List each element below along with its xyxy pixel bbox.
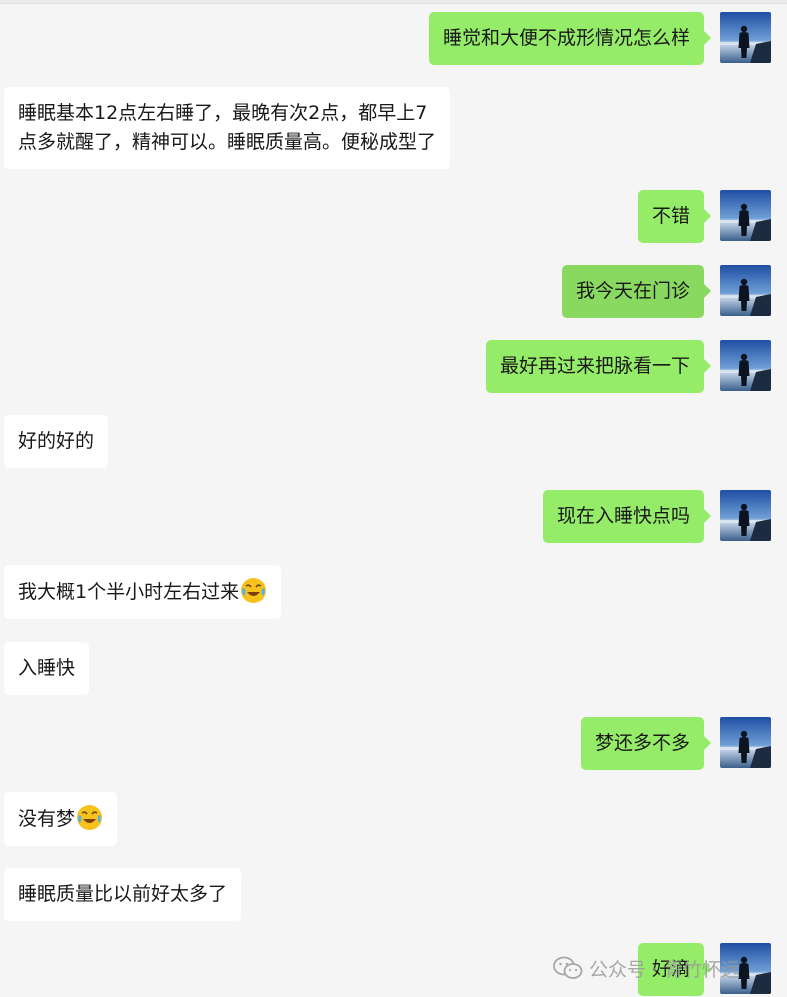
message-bubble-other[interactable]: 入睡快 [4, 642, 90, 695]
rofl-emoji-icon [240, 577, 267, 604]
avatar[interactable] [720, 190, 771, 241]
avatar[interactable] [720, 717, 771, 768]
message-bubble-self[interactable]: 睡觉和大便不成形情况怎么样 [428, 12, 712, 65]
chat-message-list[interactable]: 睡觉和大便不成形情况怎么样 睡眠基本12点左右睡了，最晚有次2点，都早上7 点多… [0, 0, 787, 997]
message-text: 我大概1个半小时左右过来 [18, 581, 240, 603]
message-bubble-self[interactable]: 我今天在门诊 [561, 265, 712, 318]
rofl-emoji-icon [76, 804, 103, 831]
message-bubble-other[interactable]: 没有梦 [4, 792, 118, 846]
avatar[interactable] [720, 340, 771, 391]
message-bubble-self[interactable]: 最好再过来把脉看一下 [485, 340, 712, 393]
message-text: 没有梦 [18, 808, 76, 830]
message-bubble-self[interactable]: 梦还多不多 [580, 717, 712, 770]
message-bubble-self[interactable]: 不错 [637, 190, 712, 243]
avatar[interactable] [720, 490, 771, 541]
message-bubble-self[interactable]: 现在入睡快点吗 [542, 490, 712, 543]
message-bubble-other[interactable]: 睡眠基本12点左右睡了，最晚有次2点，都早上7 点多就醒了，精神可以。睡眠质量高… [4, 87, 451, 169]
message-bubble-other[interactable]: 我大概1个半小时左右过来 [4, 565, 282, 619]
message-bubble-other[interactable]: 睡眠质量比以前好太多了 [4, 868, 242, 921]
avatar[interactable] [720, 943, 771, 994]
message-bubble-other[interactable]: 好的好的 [4, 415, 109, 468]
avatar[interactable] [720, 12, 771, 63]
message-bubble-self[interactable]: 好滴 [637, 943, 712, 996]
avatar[interactable] [720, 265, 771, 316]
